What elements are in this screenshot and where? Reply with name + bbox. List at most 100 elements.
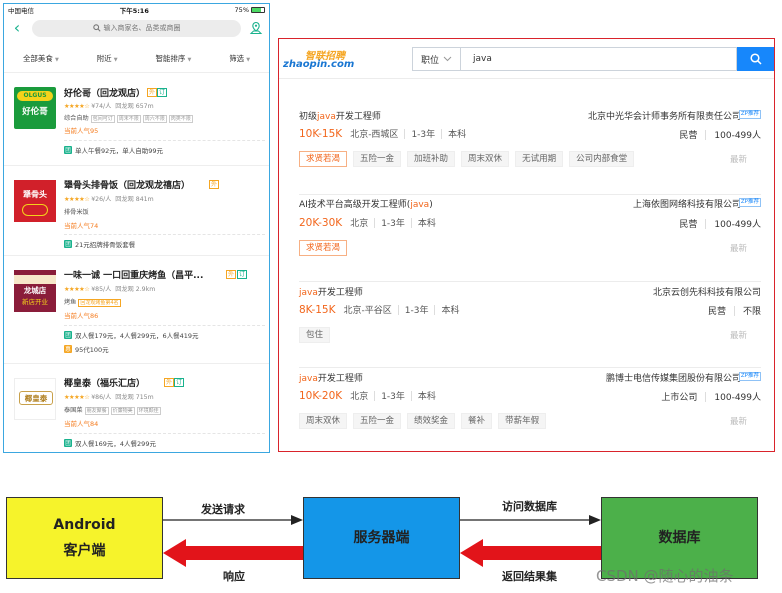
battery-icon: [251, 6, 265, 13]
response-arrow: [163, 539, 303, 567]
group-buy-icon: 团: [64, 439, 72, 447]
job-title[interactable]: java开发工程师: [299, 371, 363, 384]
search-input[interactable]: java: [461, 54, 492, 64]
takeout-badge: 外: [209, 180, 220, 189]
filter-screen[interactable]: 筛选 ▼: [229, 53, 250, 64]
chevron-down-icon: [443, 56, 452, 62]
popularity-text: 当前人气74: [64, 222, 99, 230]
takeout-badge: 外: [226, 270, 237, 279]
shop-search-input[interactable]: 输入商家名、品类或商圈: [32, 19, 241, 37]
takeout-badge: 外: [147, 88, 158, 97]
job-listing[interactable]: AI技术平台高级开发工程师(java) 上海依图网络科技有限公司 ZP推荐 20…: [299, 195, 761, 282]
company-meta: 民营 100-499人: [679, 129, 761, 141]
shop-list-item[interactable]: OLGUS 好伦哥 好伦哥（回龙观店） 外 订 ★★★★☆ ¥74/人 回龙观 …: [4, 79, 269, 166]
csdn-watermark: CSDN @随心的油条: [596, 567, 734, 585]
shop-logo: 椰皇泰: [14, 378, 56, 420]
battery-percent: 75%: [234, 5, 249, 14]
takeout-badge: 外: [164, 378, 175, 387]
shop-rating-row: ★★★★☆ ¥74/人 回龙观 657m: [64, 103, 154, 110]
popularity-text: 当前人气95: [64, 127, 99, 135]
fresh-label: 最新: [729, 331, 747, 341]
search-row: ‹ 输入商家名、品类或商圈: [4, 15, 269, 41]
response-label: 响应: [223, 570, 245, 583]
job-title[interactable]: AI技术平台高级开发工程师(java): [299, 197, 433, 210]
food-app-screenshot: 中国电信 下午5:16 75% ‹ 输入商家名、品类或商圈 全部美食 ▼ 附近 ▼ …: [3, 3, 270, 453]
deal-row[interactable]: 团双人餐169元，4人餐299元: [64, 438, 156, 448]
search-icon: [749, 53, 762, 65]
deal-row[interactable]: 团单人午餐92元，单人自助99元: [64, 145, 163, 155]
category-select[interactable]: 职位: [413, 48, 461, 70]
deal-row[interactable]: 惠 95代100元: [64, 344, 109, 354]
booking-badge: 订: [157, 88, 168, 97]
shop-list-item[interactable]: 犟骨头 犟骨头排骨饭（回龙观龙禧店） 外 ★★★★☆ ¥26/人 回龙观 841…: [4, 166, 269, 256]
company-meta: 民营 不限: [707, 305, 761, 317]
booking-badge: 订: [174, 378, 185, 387]
zhaopin-logo: 智联招聘 zhaopin.com: [283, 51, 355, 70]
android-label: Android: [53, 517, 116, 533]
deal-row[interactable]: 团 21元招牌排骨饭套餐: [64, 239, 135, 249]
job-listing[interactable]: 初级java开发工程师 北京中光华会计师事务所有限责任公司 ZP推荐 10K-1…: [299, 109, 761, 195]
booking-badge: 订: [237, 270, 248, 279]
group-buy-icon: 团: [64, 146, 72, 154]
company-name[interactable]: 上海依图网络科技有限公司: [633, 197, 741, 210]
shop-logo: 犟骨头: [14, 180, 56, 222]
filter-all-food[interactable]: 全部美食 ▼: [23, 53, 59, 64]
dropdown-icon: ▼: [187, 57, 192, 63]
shop-logo: 龙城店 新店开业: [14, 270, 56, 312]
dropdown-icon: ▼: [54, 57, 59, 63]
job-header: 智联招聘 zhaopin.com 职位 java: [279, 39, 774, 79]
carrier-text: 中国电信: [8, 6, 34, 15]
shop-category-row: 排骨米饭: [64, 209, 89, 216]
filter-smart-sort[interactable]: 智能排序 ▼: [155, 53, 191, 64]
search-button[interactable]: [737, 47, 774, 71]
company-meta: 上市公司 100-499人: [661, 391, 761, 403]
job-meta: 20K-30K 北京 1-3年 本科: [299, 216, 436, 230]
group-buy-icon: 团: [64, 331, 72, 339]
dropdown-icon: ▼: [246, 57, 251, 63]
job-title[interactable]: 初级java开发工程师: [299, 109, 381, 122]
job-listing[interactable]: java开发工程师 北京云创先科科技有限公司 8K-15K 北京-平谷区 1-3年本…: [299, 282, 761, 368]
filter-nearby[interactable]: 附近 ▼: [97, 53, 118, 64]
shop-list-item[interactable]: 椰皇泰 椰皇泰（福乐汇店） 外 订 ★★★★☆ ¥86/人 回龙观 715m 泰…: [4, 364, 269, 452]
welfare-tags: 求贤若渴 五险一金 加班补助 周末双休 无试用期 公司内部食堂: [299, 151, 635, 167]
clock-text: 下午5:16: [119, 6, 149, 15]
shop-list-item[interactable]: 龙城店 新店开业 一味一诚 一口回重庆烤鱼（昌平... 外 订 ★★★★☆ ¥8…: [4, 256, 269, 364]
fresh-label: 最新: [729, 244, 747, 254]
job-site-screenshot: 智联招聘 zhaopin.com 职位 java 初级java开发工程师 北京中…: [278, 38, 775, 452]
dropdown-icon: ▼: [113, 57, 118, 63]
server-box: 服务器端: [303, 497, 460, 579]
android-client-box: Android 客户端: [6, 497, 163, 579]
company-name[interactable]: 鹏博士电信传媒集团股份有限公司: [606, 371, 741, 384]
deal-row[interactable]: 团双人餐179元，4人餐299元，6人餐419元: [64, 330, 199, 340]
welfare-tags: 求贤若渴: [299, 240, 348, 256]
shop-category-row: 烤鱼 回龙观烤鱼第4名: [64, 299, 121, 307]
search-icon: [92, 24, 101, 32]
filter-bar: 全部美食 ▼ 附近 ▼ 智能排序 ▼ 筛选 ▼: [4, 45, 269, 73]
shop-category-row: 综合自助 包间可订 周末不限 周六不限 肉类不限: [64, 115, 193, 123]
back-arrow-icon[interactable]: ‹: [10, 20, 24, 36]
return-result-arrow: [460, 539, 601, 567]
group-buy-icon: 团: [64, 240, 72, 248]
job-title[interactable]: java开发工程师: [299, 285, 363, 298]
shop-name: 好伦哥（回龙观店）: [64, 89, 146, 99]
job-listing[interactable]: java开发工程师 鹏博士电信传媒集团股份有限公司 ZP推荐 10K-20K 北京…: [299, 368, 761, 451]
welfare-tags: 周末双休 五险一金 绩效奖金 餐补 带薪年假: [299, 413, 547, 429]
map-pin-icon[interactable]: [249, 21, 263, 35]
shop-name: 犟骨头排骨饭（回龙观龙禧店）: [64, 181, 191, 191]
recommend-badge: ZP推荐: [738, 372, 761, 381]
return-result-label: 返回结果集: [502, 570, 557, 583]
recommend-badge: ZP推荐: [738, 110, 761, 119]
fresh-label: 最新: [729, 155, 747, 165]
company-name[interactable]: 北京云创先科科技有限公司: [653, 285, 761, 298]
popularity-text: 当前人气86: [64, 312, 99, 320]
access-database-label: 访问数据库: [502, 500, 557, 513]
company-name[interactable]: 北京中光华会计师事务所有限责任公司: [588, 109, 741, 122]
shop-name: 椰皇泰（福乐汇店）: [64, 379, 146, 389]
company-meta: 民营 100-499人: [679, 218, 761, 230]
shop-name: 一味一诚 一口回重庆烤鱼（昌平...: [64, 271, 204, 281]
shop-rating-row: ★★★★☆ ¥26/人 回龙观 841m: [64, 196, 154, 203]
access-database-arrow: [460, 515, 601, 525]
fresh-label: 最新: [729, 417, 747, 427]
status-bar: 中国电信 下午5:16 75%: [4, 4, 269, 15]
job-meta: 10K-20K 北京 1-3年 本科: [299, 389, 436, 403]
